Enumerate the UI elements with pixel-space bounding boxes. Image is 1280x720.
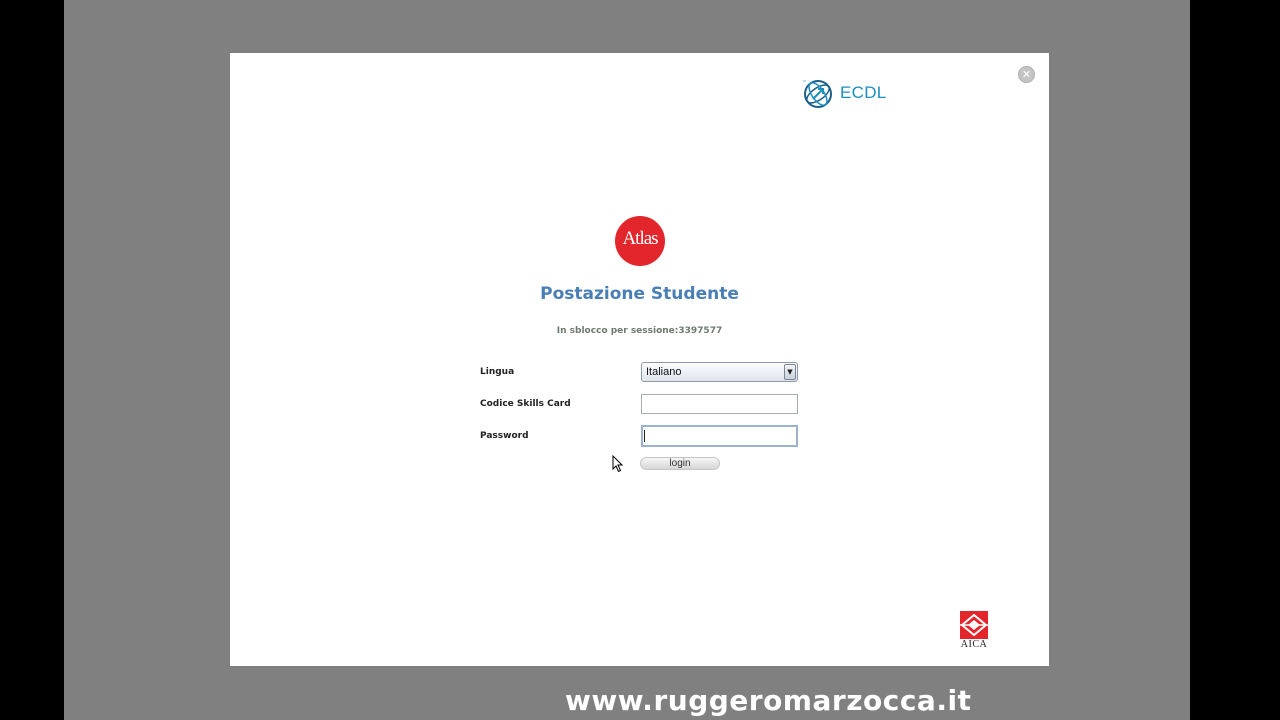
lingua-select[interactable]: Italiano ▼: [641, 362, 798, 382]
ecdl-logo-text: ECDL: [840, 83, 887, 102]
atlas-logo-text: Atlas: [622, 228, 658, 249]
codice-skills-card-label: Codice Skills Card: [480, 399, 571, 409]
close-icon[interactable]: ✕: [1018, 66, 1035, 83]
aica-logo: AICA: [957, 611, 991, 651]
session-info: In sblocco per sessione:3397577: [556, 326, 723, 336]
dropdown-arrow-icon[interactable]: ▼: [784, 364, 796, 380]
login-button[interactable]: login: [640, 457, 720, 470]
login-dialog: ✕ ™ ECDL Atlas Postazione Studente In sb…: [230, 53, 1049, 666]
lingua-label: Lingua: [480, 367, 515, 377]
password-label: Password: [480, 431, 529, 441]
text-caret: [644, 430, 645, 442]
lingua-selected-value: Italiano: [646, 366, 682, 378]
aica-logo-text: AICA: [960, 639, 988, 650]
mouse-pointer-icon: [612, 455, 624, 473]
trademark-symbol: ™: [802, 80, 807, 86]
aica-emblem-icon: [960, 611, 988, 639]
atlas-logo: Atlas: [615, 216, 665, 266]
page-title: Postazione Studente: [540, 284, 739, 304]
website-watermark: www.ruggeromarzocca.it: [565, 684, 972, 717]
ecdl-logo: ™ ECDL: [802, 78, 892, 110]
password-input[interactable]: [641, 425, 798, 447]
codice-skills-card-input[interactable]: [641, 394, 798, 414]
